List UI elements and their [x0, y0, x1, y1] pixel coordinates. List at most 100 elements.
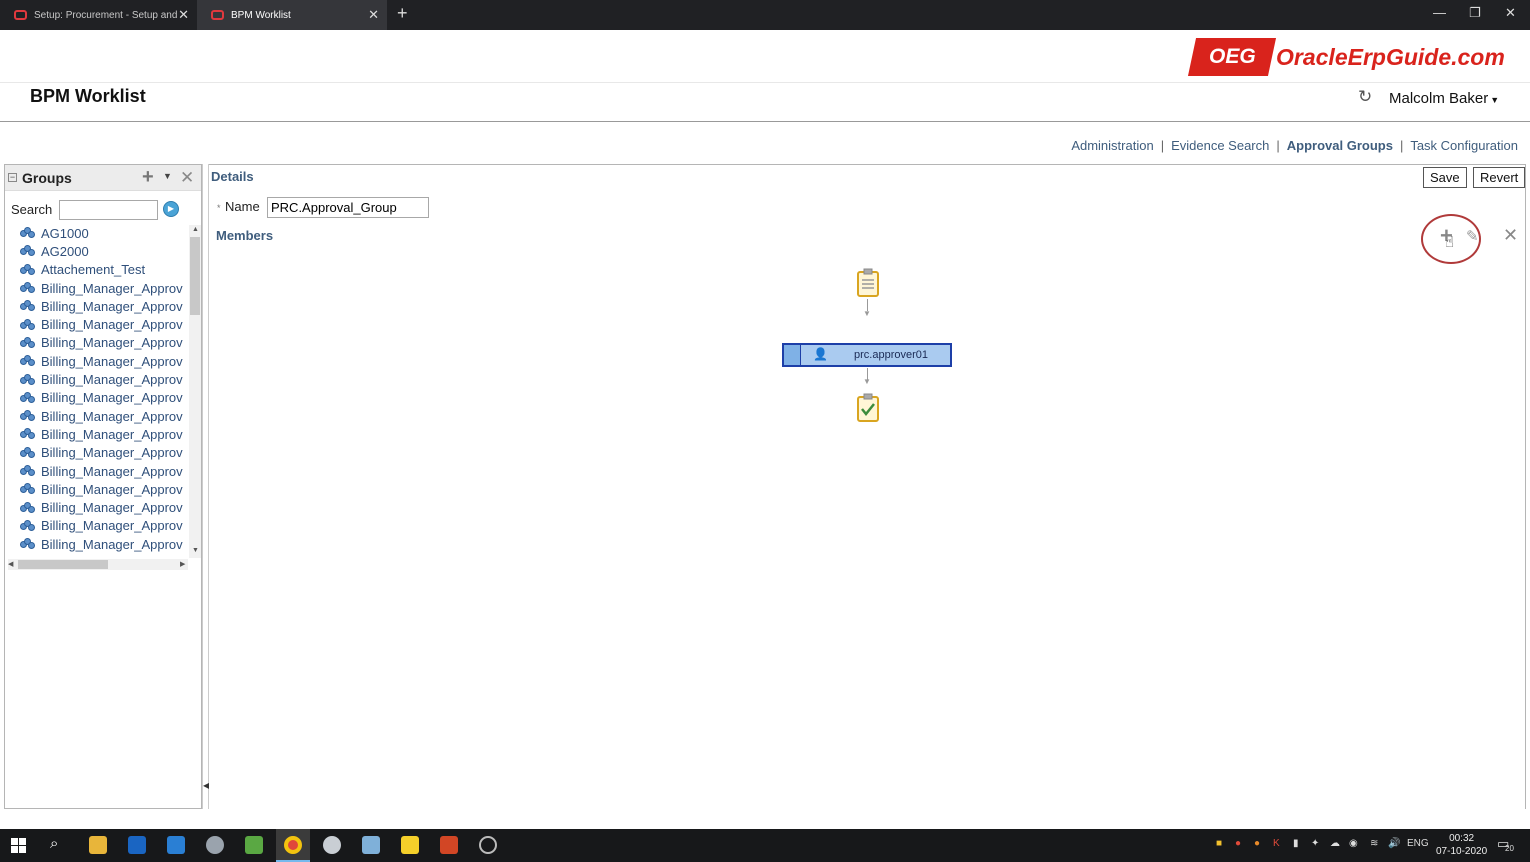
flow-arrow-icon: ▼ [863, 377, 871, 386]
revert-button[interactable]: Revert [1473, 167, 1526, 188]
cloud-icon[interactable]: ☁ [1330, 838, 1340, 849]
group-name-field[interactable] [267, 197, 429, 218]
nav-separator: | [1399, 138, 1404, 153]
group-icon [20, 263, 35, 276]
add-group-icon[interactable]: + [142, 166, 154, 189]
group-list-item[interactable]: Billing_Manager_Approv [5, 334, 189, 352]
group-list-item[interactable]: Attachement_Test [5, 261, 189, 279]
nav-approval-groups[interactable]: Approval Groups [1287, 138, 1393, 153]
network-tool-icon[interactable] [206, 836, 224, 854]
group-list-item-label: Billing_Manager_Approv [41, 390, 183, 406]
member-selector[interactable] [784, 345, 801, 365]
wifi-icon[interactable]: ≋ [1370, 838, 1378, 849]
settings-tool-icon[interactable] [323, 836, 341, 854]
group-list-item[interactable]: Billing_Manager_Approv [5, 498, 189, 516]
scroll-up-icon[interactable]: ▲ [192, 226, 199, 233]
group-icon [20, 318, 35, 331]
group-list-item[interactable]: Billing_Manager_Approv [5, 407, 189, 425]
browser-tab-bpm-worklist[interactable]: BPM Worklist ✕ [197, 0, 387, 30]
save-button[interactable]: Save [1423, 167, 1467, 188]
panel-splitter[interactable]: ◀ [202, 164, 209, 809]
restore-icon[interactable]: ❐ [1469, 5, 1481, 21]
group-list-item-label: Billing_Manager_Approv [41, 353, 183, 369]
delete-group-icon[interactable]: ✕ [180, 168, 194, 188]
mail-icon[interactable] [167, 836, 185, 854]
scroll-right-icon[interactable]: ▶ [180, 560, 185, 568]
group-list-item[interactable]: AG1000 [5, 224, 189, 242]
hand-cursor-icon: ☝ [1445, 234, 1455, 251]
group-list-item[interactable]: Billing_Manager_Approv [5, 279, 189, 297]
group-list-item[interactable]: Billing_Manager_Approv [5, 297, 189, 315]
group-list-item[interactable]: Billing_Manager_Approv [5, 389, 189, 407]
vertical-scrollbar[interactable]: ▲ ▼ [189, 225, 201, 558]
language-indicator[interactable]: ENG [1407, 838, 1429, 849]
scroll-thumb[interactable] [190, 237, 200, 315]
search-go-icon[interactable]: ▶ [163, 201, 179, 217]
groups-panel-title: Groups [22, 170, 72, 186]
group-list-item[interactable]: Billing_Manager_Approv [5, 462, 189, 480]
refresh-icon[interactable]: ↻ [1358, 87, 1372, 107]
dropbox-icon[interactable]: ✦ [1311, 838, 1319, 849]
member-node[interactable]: 👤 prc.approver01 [782, 343, 952, 367]
group-list-item[interactable]: Billing_Manager_Approv [5, 480, 189, 498]
clock-date: 07-10-2020 [1436, 846, 1488, 857]
horizontal-scrollbar[interactable]: ◀ ▶ [8, 559, 188, 570]
outlook-icon[interactable] [128, 836, 146, 854]
window-close-icon[interactable]: ✕ [1505, 5, 1516, 21]
user-name: Malcolm Baker [1389, 90, 1489, 107]
globe-icon[interactable]: ◉ [1349, 838, 1358, 849]
group-list-item[interactable]: Billing_Manager_Approv [5, 517, 189, 535]
edit-member-icon[interactable]: ✎ [1466, 227, 1479, 245]
nav-evidence-search[interactable]: Evidence Search [1171, 138, 1269, 153]
delete-member-icon[interactable]: ✕ [1503, 225, 1518, 246]
minimize-icon[interactable]: — [1433, 5, 1446, 20]
search-icon[interactable]: ⌕ [50, 835, 58, 852]
windows-start-icon[interactable] [11, 838, 26, 853]
scroll-left-icon[interactable]: ◀ [8, 560, 13, 568]
name-label: Name [225, 199, 260, 214]
group-list-item[interactable]: Billing_Manager_Approv [5, 444, 189, 462]
file-explorer-icon[interactable] [89, 836, 107, 854]
scroll-down-icon[interactable]: ▼ [192, 547, 199, 554]
sticky-notes-icon[interactable] [401, 836, 419, 854]
scroll-thumb[interactable] [18, 560, 108, 569]
shield-icon[interactable]: ■ [1216, 838, 1222, 849]
user-menu[interactable]: Malcolm Baker ▼ [1389, 90, 1499, 107]
antivirus-icon[interactable]: ● [1235, 838, 1241, 849]
microphone-icon[interactable]: ▮ [1293, 838, 1299, 849]
group-list-item[interactable]: Billing_Manager_Approv [5, 352, 189, 370]
chrome-icon[interactable] [284, 836, 302, 854]
nav-administration[interactable]: Administration [1071, 138, 1153, 153]
group-icon [20, 501, 35, 514]
new-tab-icon[interactable]: + [397, 3, 408, 24]
nav-task-configuration[interactable]: Task Configuration [1410, 138, 1518, 153]
group-list-item-label: Billing_Manager_Approv [41, 518, 183, 534]
app-tray-icon[interactable]: K [1273, 838, 1280, 849]
clock[interactable]: 00:32 07-10-2020 [1436, 832, 1487, 858]
group-list-item[interactable]: Billing_Manager_Approv [5, 535, 189, 553]
group-list-item[interactable]: Billing_Manager_Approv [5, 315, 189, 333]
clock-app-icon[interactable] [479, 836, 497, 854]
chrome-tray-icon[interactable]: ● [1254, 838, 1260, 849]
notepad-icon[interactable] [245, 836, 263, 854]
group-list-item[interactable]: AG2000 [5, 242, 189, 260]
group-list-item-label: Billing_Manager_Approv [41, 445, 183, 461]
search-input[interactable] [59, 200, 158, 220]
close-tab-icon[interactable]: ✕ [368, 7, 379, 23]
nav-separator: | [1276, 138, 1280, 153]
group-icon [20, 373, 35, 386]
browser-tab-setup[interactable]: Setup: Procurement - Setup and ✕ [0, 0, 197, 30]
group-list-item[interactable]: Billing_Manager_Approv [5, 370, 189, 388]
group-list-item[interactable]: Billing_Manager_Approv [5, 425, 189, 443]
browser-tab-label: BPM Worklist [231, 9, 291, 21]
collapse-icon[interactable]: − [8, 173, 17, 182]
group-icon [20, 465, 35, 477]
volume-icon[interactable]: 🔊 [1388, 838, 1400, 849]
group-list-item-label: Billing_Manager_Approv [41, 408, 183, 424]
close-tab-icon[interactable]: ✕ [178, 7, 189, 23]
powerpoint-icon[interactable] [440, 836, 458, 854]
app-header: OEG OracleErpGuide.com BPM Worklist ↻ Ma… [0, 30, 1530, 122]
add-menu-chevron-down-icon[interactable]: ▼ [163, 171, 172, 181]
group-icon [20, 391, 35, 404]
document-viewer-icon[interactable] [362, 836, 380, 854]
